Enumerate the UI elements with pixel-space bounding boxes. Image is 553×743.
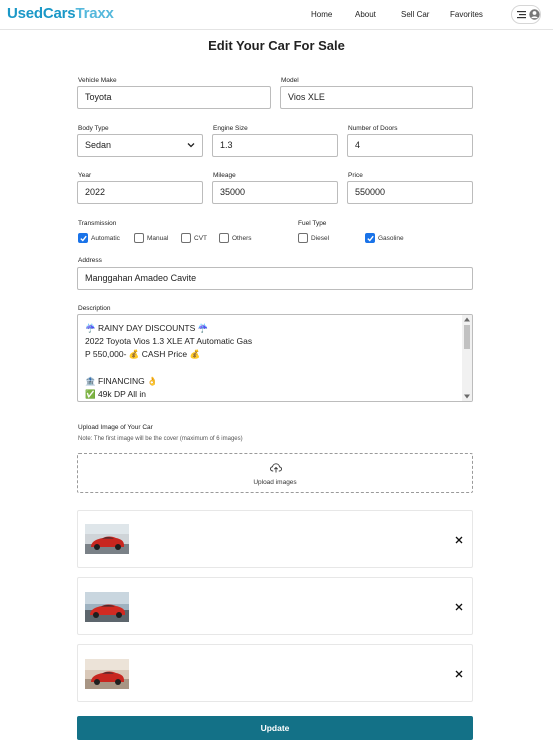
profile-menu-button[interactable] xyxy=(511,5,541,24)
nav-sell-car[interactable]: Sell Car xyxy=(401,10,429,19)
nav-favorites[interactable]: Favorites xyxy=(450,10,483,19)
year-label: Year xyxy=(78,172,92,179)
description-line: 🏦 FINANCING 👌 xyxy=(85,376,158,386)
remove-image-icon[interactable] xyxy=(454,535,464,545)
scroll-down-arrow-icon[interactable] xyxy=(464,394,470,399)
description-line: P 550,000- 💰 CASH Price 💰 xyxy=(85,349,201,359)
checkbox-box[interactable] xyxy=(134,233,144,243)
remove-image-icon[interactable] xyxy=(454,669,464,679)
checkbox-box[interactable] xyxy=(78,233,88,243)
brand-logo[interactable]: UsedCarsTraxx xyxy=(7,5,114,22)
doors-label: Number of Doors xyxy=(348,125,398,132)
brand-name-part1: UsedCars xyxy=(7,5,76,22)
fuel-type-label: Fuel Type xyxy=(298,220,327,227)
description-textarea[interactable]: ☔ RAINY DAY DISCOUNTS ☔ 2022 Toyota Vios… xyxy=(77,314,473,402)
update-button[interactable]: Update xyxy=(77,716,473,740)
mileage-input[interactable]: 35000 xyxy=(212,181,338,204)
transmission-manual-checkbox[interactable]: Manual xyxy=(134,233,168,243)
price-label: Price xyxy=(348,172,363,179)
upload-title: Upload Image of Your Car xyxy=(78,424,153,431)
description-label: Description xyxy=(78,305,111,312)
fuel-diesel-checkbox[interactable]: Diesel xyxy=(298,233,329,243)
transmission-label: Transmission xyxy=(78,220,117,227)
nav-home[interactable]: Home xyxy=(311,10,332,19)
description-line: ✅ 49k DP All in xyxy=(85,389,146,399)
model-label: Model xyxy=(281,77,299,84)
car-image-thumbnail xyxy=(85,592,129,622)
model-input[interactable]: Vios XLE xyxy=(280,86,473,109)
nav-about[interactable]: About xyxy=(355,10,376,19)
upload-images-label: Upload images xyxy=(253,479,297,486)
address-input[interactable]: Manggahan Amadeo Cavite xyxy=(77,267,473,290)
transmission-cvt-label: CVT xyxy=(194,234,207,242)
page-title: Edit Your Car For Sale xyxy=(208,38,345,53)
year-input[interactable]: 2022 xyxy=(77,181,203,204)
user-icon xyxy=(529,9,540,20)
engine-size-label: Engine Size xyxy=(213,125,248,132)
scrollbar-thumb[interactable] xyxy=(464,325,470,349)
uploaded-image-card xyxy=(77,577,473,635)
vehicle-make-label: Vehicle Make xyxy=(78,77,117,84)
upload-dropzone[interactable]: Upload images xyxy=(77,453,473,493)
address-label: Address xyxy=(78,257,102,264)
body-type-label: Body Type xyxy=(78,125,109,132)
checkmark-icon xyxy=(80,235,87,242)
fuel-gasoline-checkbox[interactable]: Gasoline xyxy=(365,233,404,243)
upload-note: Note: The first image will be the cover … xyxy=(78,436,243,442)
description-line: 2022 Toyota Vios 1.3 XLE AT Automatic Ga… xyxy=(85,336,253,346)
description-scrollbar[interactable] xyxy=(462,315,472,401)
vehicle-make-input[interactable]: Toyota xyxy=(77,86,271,109)
uploaded-image-card xyxy=(77,510,473,568)
fuel-gasoline-label: Gasoline xyxy=(378,234,404,242)
body-type-select[interactable]: Sedan xyxy=(77,134,203,157)
cloud-upload-icon xyxy=(270,463,282,473)
fuel-diesel-label: Diesel xyxy=(311,234,330,242)
body-type-value: Sedan xyxy=(85,140,112,150)
mileage-label: Mileage xyxy=(213,172,236,179)
scroll-up-arrow-icon[interactable] xyxy=(464,317,470,322)
car-image-thumbnail xyxy=(85,659,129,689)
doors-input[interactable]: 4 xyxy=(347,134,473,157)
navbar: UsedCarsTraxx Home About Sell Car Favori… xyxy=(0,0,553,30)
uploaded-image-card xyxy=(77,644,473,702)
transmission-cvt-checkbox[interactable]: CVT xyxy=(181,233,207,243)
price-input[interactable]: 550000 xyxy=(347,181,473,204)
checkbox-box[interactable] xyxy=(219,233,229,243)
menu-icon xyxy=(517,11,526,19)
checkbox-box[interactable] xyxy=(298,233,308,243)
transmission-others-checkbox[interactable]: Others xyxy=(219,233,252,243)
checkmark-icon xyxy=(367,235,374,242)
chevron-down-icon xyxy=(187,143,195,148)
checkbox-box[interactable] xyxy=(181,233,191,243)
transmission-others-label: Others xyxy=(232,234,252,242)
description-line: ☔ RAINY DAY DISCOUNTS ☔ xyxy=(85,323,209,333)
transmission-automatic-checkbox[interactable]: Automatic xyxy=(78,233,120,243)
engine-size-input[interactable]: 1.3 xyxy=(212,134,338,157)
checkbox-box[interactable] xyxy=(365,233,375,243)
transmission-manual-label: Manual xyxy=(147,234,169,242)
remove-image-icon[interactable] xyxy=(454,602,464,612)
car-image-thumbnail xyxy=(85,524,129,554)
transmission-automatic-label: Automatic xyxy=(91,234,120,242)
brand-name-part2: Traxx xyxy=(75,5,114,22)
